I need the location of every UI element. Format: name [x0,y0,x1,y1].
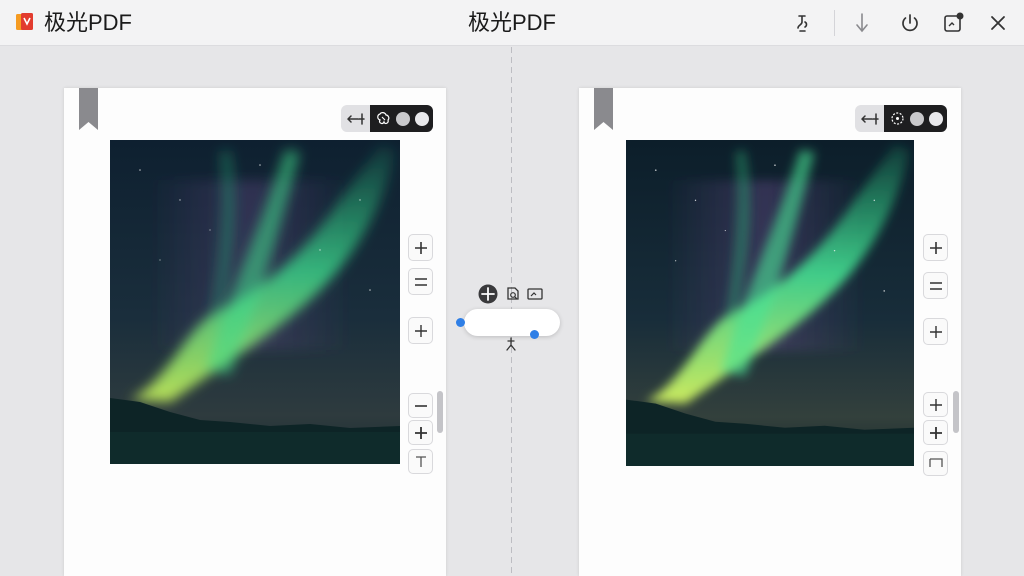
zoom-in-button[interactable] [923,234,948,261]
app-name: 极光PDF [44,10,133,35]
notes-icon [944,12,964,32]
download-icon [856,13,868,33]
zoom-in-button[interactable] [408,234,433,261]
search-page-button[interactable] [503,284,523,304]
toggle-dot-on [929,111,943,126]
plus-icon [929,398,942,411]
sparkle-circle-icon [891,112,904,125]
split-position-slider[interactable] [464,309,560,336]
text-tool-button[interactable] [408,449,433,474]
pin-button[interactable] [789,9,817,37]
plus-icon [414,241,427,254]
minus-icon [414,404,427,407]
move-tool-button[interactable] [478,284,498,304]
scrollbar-thumb[interactable] [953,391,959,433]
search-page-icon [507,287,519,300]
right-document-pane [513,47,1024,576]
compare-button[interactable] [855,105,884,132]
add-annotation-button[interactable] [923,392,948,417]
title-bar: 极光PDF 极光PDF [0,0,1024,46]
view-mode-toggle[interactable] [855,105,947,132]
power-icon [902,14,918,32]
screen-capture-button[interactable] [525,284,545,304]
slider-handle-left[interactable] [456,318,465,327]
equals-icon [414,277,427,286]
download-button[interactable] [848,9,876,37]
view-mode-toggle[interactable] [341,105,433,132]
pin-anchor-icon [506,337,516,351]
notes-button[interactable] [940,9,968,37]
close-icon [991,16,1005,30]
crop-icon [928,457,943,467]
aurora-image-processed [626,140,914,466]
pin-icon [797,15,808,32]
bookmark-icon[interactable] [594,88,613,130]
pdf-page-right [579,88,961,576]
titlebar-separator [834,10,835,36]
close-button[interactable] [984,9,1012,37]
insert-button[interactable] [923,420,948,445]
compare-arrows-icon [346,112,365,125]
ai-mode-switch[interactable] [370,105,433,132]
aurora-image-original [110,140,400,464]
bookmark-icon[interactable] [79,88,98,130]
ai-mode-switch[interactable] [884,105,947,132]
screen-capture-icon [527,288,543,300]
toggle-dot-on [415,111,429,126]
plus-icon [929,325,942,338]
crop-button[interactable] [923,451,948,476]
power-button[interactable] [896,9,924,37]
left-document-pane [0,47,511,576]
plus-icon [929,241,942,254]
fit-page-button[interactable] [923,272,948,299]
add-page-button[interactable] [923,318,948,345]
anchor-button[interactable] [504,336,518,352]
toggle-dot-off [396,111,410,126]
plus-icon [929,426,942,439]
pdf-page-left [64,88,446,576]
brain-icon [377,112,390,125]
plus-icon [414,426,427,439]
compare-button[interactable] [341,105,370,132]
move-icon [478,284,498,304]
scrollbar-thumb[interactable] [437,391,443,433]
floating-compare-toolbar [456,284,568,356]
insert-button[interactable] [408,420,433,445]
text-cursor-icon [415,455,426,467]
fit-page-button[interactable] [408,268,433,295]
plus-icon [414,324,427,337]
zoom-out-button[interactable] [408,393,433,418]
toggle-dot-off [910,111,924,126]
slider-handle-right[interactable] [530,330,539,339]
app-logo-icon [16,13,33,30]
compare-arrows-icon [860,112,879,125]
equals-icon [929,281,942,290]
add-page-button[interactable] [408,317,433,344]
